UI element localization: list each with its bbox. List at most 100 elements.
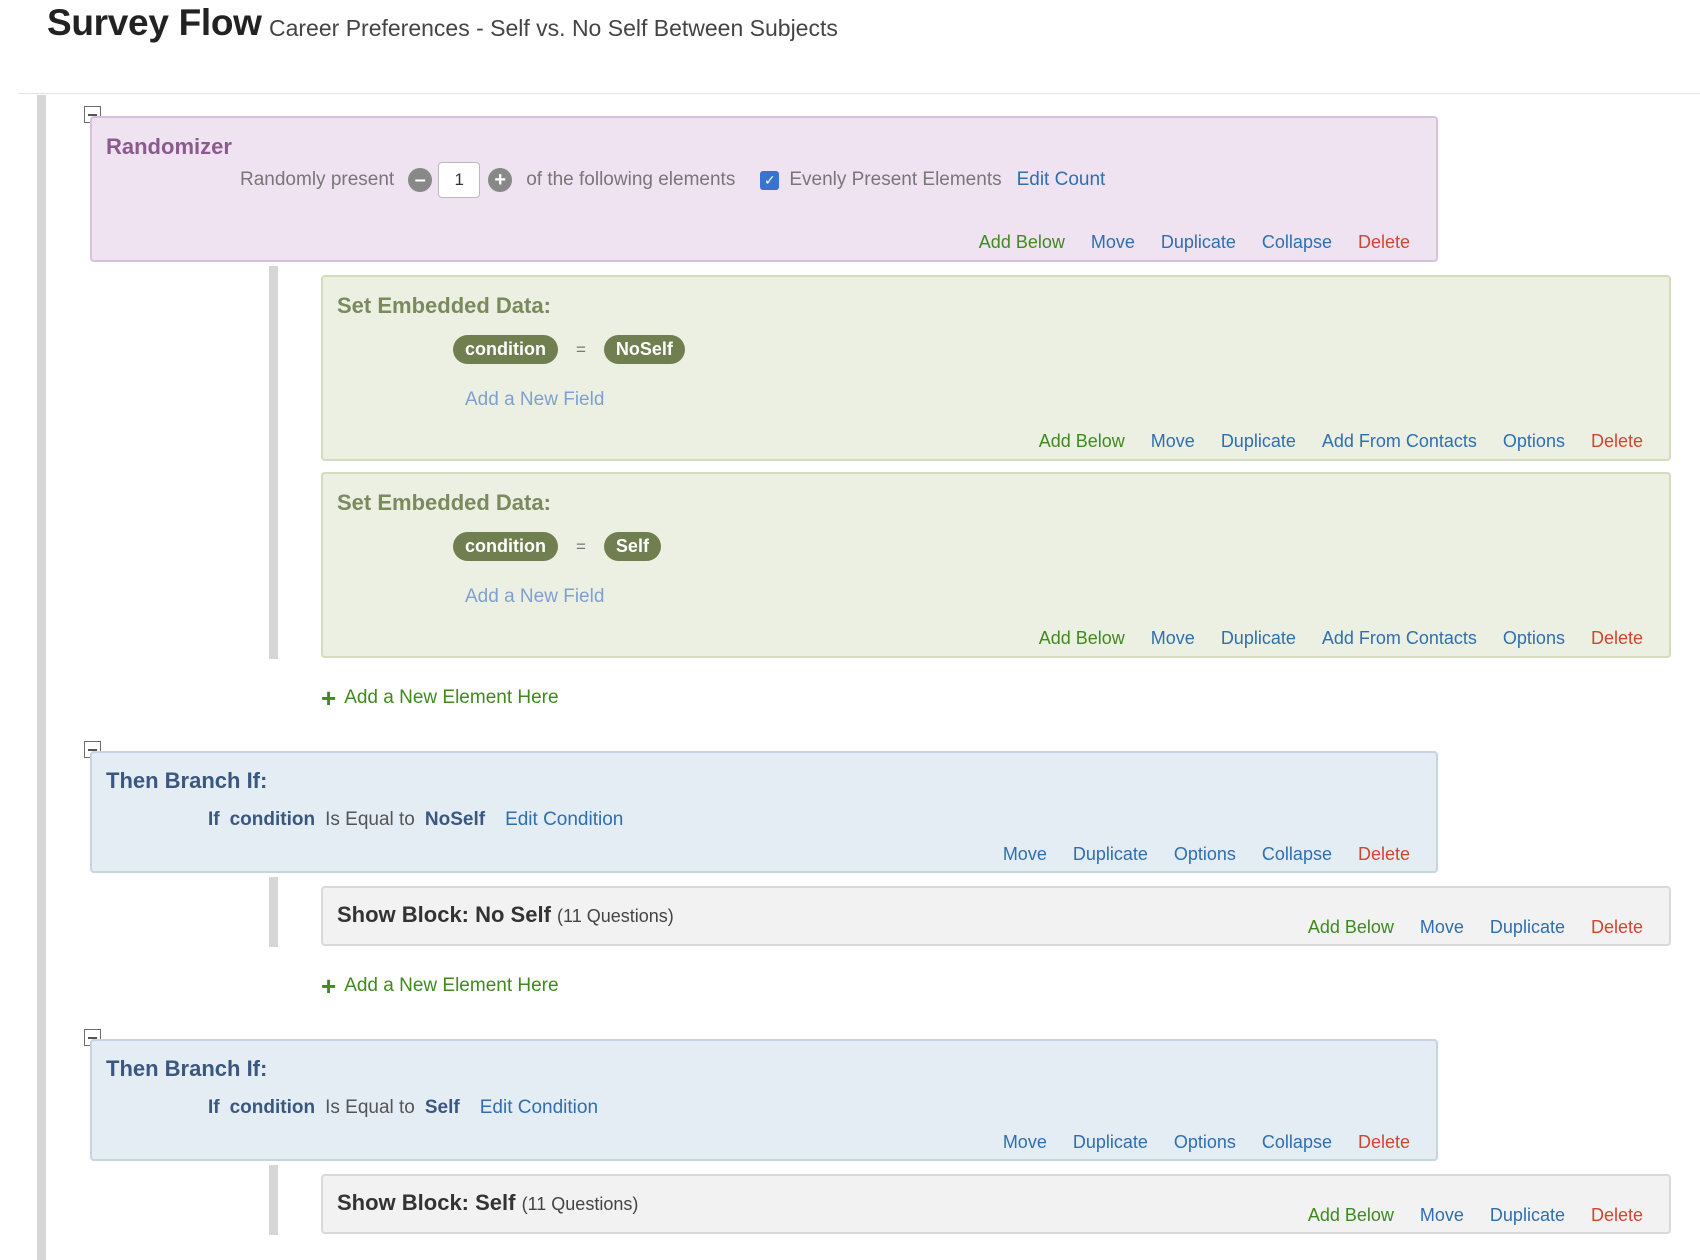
add-below-button[interactable]: Add Below [1039, 431, 1125, 452]
duplicate-button[interactable]: Duplicate [1221, 431, 1296, 452]
delete-button[interactable]: Delete [1591, 431, 1643, 452]
options-button[interactable]: Options [1174, 1132, 1236, 1153]
move-button[interactable]: Move [1151, 431, 1195, 452]
embedded-data-actions: Add Below Move Duplicate Add From Contac… [1039, 628, 1669, 649]
evenly-present-checkbox[interactable]: ✓ [760, 170, 780, 190]
duplicate-button[interactable]: Duplicate [1073, 844, 1148, 865]
question-count: (11 Questions) [521, 1194, 639, 1214]
evenly-present-label: Evenly Present Elements [789, 169, 1002, 190]
decrement-minus-icon[interactable]: – [408, 168, 433, 192]
show-block-panel: Show Block: Self (11 Questions) Add Belo… [321, 1174, 1671, 1234]
duplicate-button[interactable]: Duplicate [1490, 917, 1565, 938]
flow-rail-randomizer [269, 266, 278, 659]
collapse-button[interactable]: Collapse [1262, 232, 1332, 253]
delete-button[interactable]: Delete [1591, 917, 1643, 938]
field-value-pill[interactable]: NoSelf [603, 335, 685, 364]
options-button[interactable]: Options [1503, 628, 1565, 649]
header-divider [18, 93, 1700, 94]
duplicate-button[interactable]: Duplicate [1490, 1205, 1565, 1226]
randomly-present-label: Randomly present [240, 169, 395, 190]
present-count-input[interactable]: 1 [438, 162, 481, 198]
embedded-data-panel: Set Embedded Data: condition = Self Add … [321, 472, 1671, 658]
increment-plus-icon[interactable]: + [488, 168, 513, 192]
flow-rail-branch-2 [269, 1165, 278, 1235]
collapse-button[interactable]: Collapse [1262, 844, 1332, 865]
page-title: Survey Flow [47, 2, 262, 43]
collapse-button[interactable]: Collapse [1262, 1132, 1332, 1153]
embedded-data-title: Set Embedded Data: [337, 490, 551, 515]
branch-condition: If condition Is Equal to NoSelf Edit Con… [208, 809, 623, 831]
add-new-field-link[interactable]: Add a New Field [465, 586, 604, 608]
delete-button[interactable]: Delete [1358, 844, 1410, 865]
delete-button[interactable]: Delete [1358, 1132, 1410, 1153]
randomizer-panel: Randomizer Randomly present – 1 + of the… [90, 116, 1438, 262]
flow-rail-branch-1 [269, 877, 278, 947]
show-block-title: Show Block: Self (11 Questions) [337, 1190, 638, 1216]
condition-operator: Is Equal to [325, 809, 415, 830]
add-new-element-label: Add a New Element Here [344, 687, 559, 708]
following-elements-label: of the following elements [526, 169, 736, 190]
move-button[interactable]: Move [1091, 232, 1135, 253]
condition-field: condition [229, 809, 316, 830]
survey-name: Career Preferences - Self vs. No Self Be… [269, 15, 838, 41]
randomizer-title: Randomizer [106, 134, 232, 159]
add-below-button[interactable]: Add Below [1039, 628, 1125, 649]
add-below-button[interactable]: Add Below [1308, 1205, 1394, 1226]
field-name-pill[interactable]: condition [453, 532, 558, 561]
embedded-field-row: condition = NoSelf [453, 335, 685, 364]
edit-condition-link[interactable]: Edit Condition [505, 809, 623, 831]
equals-sign: = [575, 339, 586, 359]
show-block-label: Show Block: No Self [337, 902, 551, 927]
add-below-button[interactable]: Add Below [979, 232, 1065, 253]
add-new-element-button[interactable]: + Add a New Element Here [321, 685, 559, 711]
delete-button[interactable]: Delete [1591, 1205, 1643, 1226]
show-block-actions: Add Below Move Duplicate Delete [1308, 917, 1669, 938]
add-from-contacts-button[interactable]: Add From Contacts [1322, 431, 1477, 452]
add-below-button[interactable]: Add Below [1308, 917, 1394, 938]
add-new-element-button[interactable]: + Add a New Element Here [321, 973, 559, 999]
plus-icon: + [321, 971, 337, 1001]
branch-title: Then Branch If: [106, 768, 268, 793]
field-value-pill[interactable]: Self [603, 532, 661, 561]
show-block-title: Show Block: No Self (11 Questions) [337, 902, 674, 928]
condition-value: Self [424, 1097, 460, 1118]
branch-panel: Then Branch If: If condition Is Equal to… [90, 751, 1438, 873]
branch-actions: Move Duplicate Options Collapse Delete [1003, 844, 1436, 865]
add-from-contacts-button[interactable]: Add From Contacts [1322, 628, 1477, 649]
embedded-data-panel: Set Embedded Data: condition = NoSelf Ad… [321, 275, 1671, 461]
equals-sign: = [575, 536, 586, 556]
move-button[interactable]: Move [1151, 628, 1195, 649]
if-keyword: If [208, 1097, 220, 1118]
duplicate-button[interactable]: Duplicate [1161, 232, 1236, 253]
condition-operator: Is Equal to [325, 1097, 415, 1118]
duplicate-button[interactable]: Duplicate [1221, 628, 1296, 649]
branch-actions: Move Duplicate Options Collapse Delete [1003, 1132, 1436, 1153]
show-block-label: Show Block: Self [337, 1190, 516, 1215]
randomizer-actions: Add Below Move Duplicate Collapse Delete [979, 232, 1436, 253]
if-keyword: If [208, 809, 220, 830]
randomizer-settings: Randomly present – 1 + of the following … [240, 162, 1105, 198]
options-button[interactable]: Options [1503, 431, 1565, 452]
move-button[interactable]: Move [1420, 917, 1464, 938]
edit-count-link[interactable]: Edit Count [1017, 169, 1106, 191]
move-button[interactable]: Move [1003, 844, 1047, 865]
flow-rail-main [37, 95, 46, 1260]
delete-button[interactable]: Delete [1358, 232, 1410, 253]
embedded-data-title: Set Embedded Data: [337, 293, 551, 318]
edit-condition-link[interactable]: Edit Condition [480, 1097, 598, 1119]
move-button[interactable]: Move [1420, 1205, 1464, 1226]
condition-field: condition [229, 1097, 316, 1118]
delete-button[interactable]: Delete [1591, 628, 1643, 649]
add-new-field-link[interactable]: Add a New Field [465, 389, 604, 411]
options-button[interactable]: Options [1174, 844, 1236, 865]
embedded-field-row: condition = Self [453, 532, 661, 561]
condition-value: NoSelf [424, 809, 486, 830]
show-block-panel: Show Block: No Self (11 Questions) Add B… [321, 886, 1671, 946]
show-block-actions: Add Below Move Duplicate Delete [1308, 1205, 1669, 1226]
branch-panel: Then Branch If: If condition Is Equal to… [90, 1039, 1438, 1161]
field-name-pill[interactable]: condition [453, 335, 558, 364]
question-count: (11 Questions) [557, 906, 674, 926]
duplicate-button[interactable]: Duplicate [1073, 1132, 1148, 1153]
add-new-element-label: Add a New Element Here [344, 975, 559, 996]
move-button[interactable]: Move [1003, 1132, 1047, 1153]
